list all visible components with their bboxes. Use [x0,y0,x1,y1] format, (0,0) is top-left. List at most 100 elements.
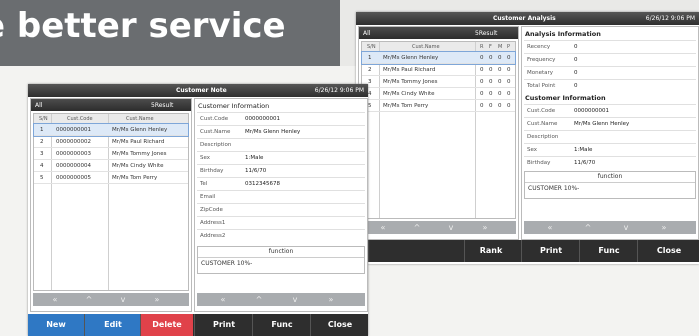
field-frequency: Frequency 0 [524,53,696,66]
next-page-icon[interactable]: v [614,222,638,233]
edit-button[interactable]: Edit [84,314,141,336]
col-name: Cust.Name [412,44,440,50]
print-button[interactable]: Print [194,314,253,336]
table-row[interactable]: 5 0000000005 Mr/Ms Tom Perry [34,172,188,184]
note-info-title: Customer Information [198,102,270,110]
col-sn: S/N [39,116,48,122]
col-name: Cust.Name [126,116,154,122]
note-titlebar: Customer Note 6/26/12 9:06 PM [28,84,368,97]
next-page-icon[interactable]: v [283,294,307,305]
table-row[interactable]: 4 0000000004 Mr/Ms Cindy White [34,160,188,172]
analysis-list-pane: All 5Result S/N Cust.Name R F M P 1 Mr/Ms… [358,26,519,240]
field-cust-name[interactable]: Cust.Name Mr/Ms Glenn Henley [197,125,365,138]
field-recency: Recency 0 [524,40,696,53]
analysis-customer-info-title: Customer Information [525,94,606,102]
note-list-nav: « ^ v » [33,293,189,306]
table-row[interactable]: 1 0000000001 Mr/Ms Glenn Henley [33,123,189,137]
note-info-nav: « ^ v » [197,293,365,306]
analysis-datetime: 6/26/12 9:06 PM [645,15,695,22]
analysis-list-nav: « ^ v » [361,221,516,234]
close-button[interactable]: Close [637,240,699,262]
note-result-count: 5Result [151,102,174,109]
analysis-title: Customer Analysis [493,15,556,22]
note-button-bar: New Edit Delete Print Func Close [28,314,368,336]
field-zipcode[interactable]: ZipCode [197,203,365,216]
analysis-result-count: 5Result [475,30,498,37]
function-value: CUSTOMER 10%- [528,185,580,192]
col-m: M [498,44,503,50]
field-sex: Sex 1:Male [524,143,696,156]
delete-button[interactable]: Delete [140,314,193,336]
analysis-info-pane: Analysis Information Recency 0 Frequency 0… [521,26,699,240]
function-box: function CUSTOMER 10%- [197,246,365,274]
note-title: Customer Note [176,87,227,94]
new-button[interactable]: New [28,314,84,336]
banner-dark-band: e better service [0,0,340,66]
field-address1[interactable]: Address1 [197,216,365,229]
table-row[interactable]: 2 Mr/Ms Paul Richard 0 0 0 0 [362,64,515,76]
field-description: Description [524,130,696,143]
field-cust-name: Cust.Name Mr/Ms Glenn Henley [524,117,696,130]
field-address2[interactable]: Address2 [197,229,365,242]
last-page-icon[interactable]: » [473,222,497,233]
col-f: F [489,44,492,50]
note-grid-header: S/N Cust.Code Cust.Name [34,114,188,124]
last-page-icon[interactable]: » [145,294,169,305]
last-page-icon[interactable]: » [319,294,343,305]
next-page-icon[interactable]: v [111,294,135,305]
analysis-info-nav: « ^ v » [524,221,696,234]
field-sex[interactable]: Sex 1:Male [197,151,365,164]
field-tel[interactable]: Tel 0312345678 [197,177,365,190]
field-cust-code[interactable]: Cust.Code 0000000001 [197,112,365,125]
prev-page-icon[interactable]: ^ [576,222,600,233]
field-monetary: Monetary 0 [524,66,696,79]
note-list-header: All 5Result [31,99,191,111]
analysis-button-bar: Rank Print Func Close [356,240,699,262]
field-description[interactable]: Description [197,138,365,151]
table-row[interactable]: 5 Mr/Ms Tom Perry 0 0 0 0 [362,100,515,112]
next-page-icon[interactable]: v [439,222,463,233]
note-list-filter[interactable]: All [35,102,42,109]
func-button[interactable]: Func [252,314,311,336]
close-button[interactable]: Close [310,314,368,336]
note-list-pane: All 5Result S/N Cust.Code Cust.Name 1 000… [30,98,192,312]
first-page-icon[interactable]: « [538,222,562,233]
last-page-icon[interactable]: » [652,222,676,233]
col-r: R [480,44,484,50]
function-box: function CUSTOMER 10%- [524,171,696,199]
first-page-icon[interactable]: « [371,222,395,233]
table-row[interactable]: 1 Mr/Ms Glenn Henley 0 0 0 0 [361,51,516,65]
analysis-list-filter[interactable]: All [363,30,370,37]
rank-button[interactable]: Rank [464,240,517,262]
note-info-pane: Customer Information Cust.Code 0000000001… [194,98,368,312]
analysis-info-title: Analysis Information [525,30,601,38]
col-sn: S/N [367,44,376,50]
analysis-titlebar: Customer Analysis 6/26/12 9:06 PM [356,12,699,25]
field-birthday[interactable]: Birthday 11/6/70 [197,164,365,177]
col-code: Cust.Code [67,116,93,122]
prev-page-icon[interactable]: ^ [247,294,271,305]
first-page-icon[interactable]: « [43,294,67,305]
function-label: function [525,172,695,183]
table-row[interactable]: 2 0000000002 Mr/Ms Paul Richard [34,136,188,148]
analysis-list-header: All 5Result [359,27,518,39]
first-page-icon[interactable]: « [211,294,235,305]
prev-page-icon[interactable]: ^ [405,222,429,233]
analysis-grid-header: S/N Cust.Name R F M P [362,42,515,52]
col-p: P [507,44,511,50]
field-email[interactable]: Email [197,190,365,203]
func-button[interactable]: Func [579,240,638,262]
table-row[interactable]: 4 Mr/Ms Cindy White 0 0 0 0 [362,88,515,100]
print-button[interactable]: Print [521,240,580,262]
field-cust-code: Cust.Code 0000000001 [524,104,696,117]
field-total-point: Total Point 0 [524,79,696,92]
function-value: CUSTOMER 10%- [201,260,253,267]
table-row[interactable]: 3 Mr/Ms Tommy Jones 0 0 0 0 [362,76,515,88]
banner-title: e better service [0,6,286,46]
function-label: function [198,247,364,258]
table-row[interactable]: 3 0000000003 Mr/Ms Tommy Jones [34,148,188,160]
note-datetime: 6/26/12 9:06 PM [314,87,364,94]
analysis-customer-grid: S/N Cust.Name R F M P 1 Mr/Ms Glenn Henle… [361,41,516,219]
customer-note-window: Customer Note 6/26/12 9:06 PM All 5Resul… [28,84,368,336]
prev-page-icon[interactable]: ^ [77,294,101,305]
